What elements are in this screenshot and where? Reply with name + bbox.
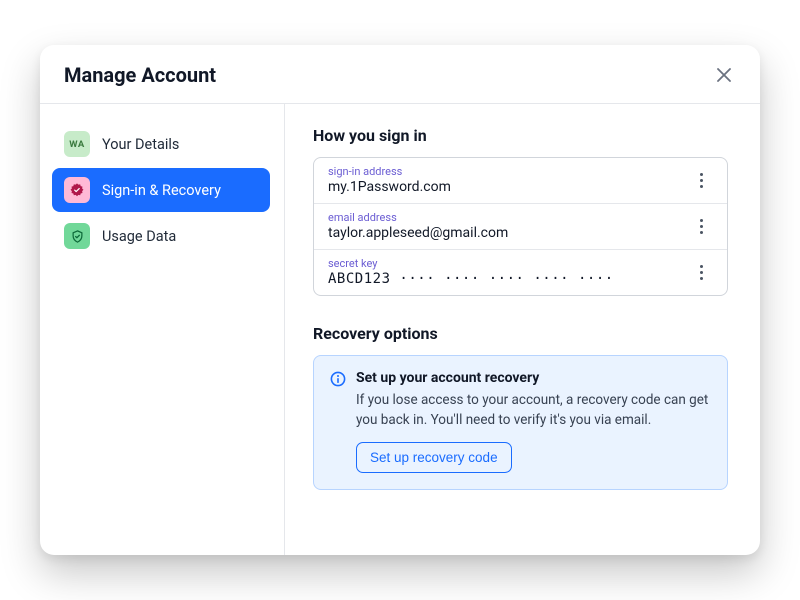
close-icon — [717, 68, 731, 82]
sidebar-item-signin-recovery[interactable]: Sign-in & Recovery — [52, 168, 270, 212]
more-vertical-icon — [700, 219, 703, 234]
content-pane: How you sign in sign-in address my.1Pass… — [285, 104, 760, 555]
section-title-recovery: Recovery options — [313, 324, 728, 343]
section-title-signin: How you sign in — [313, 126, 728, 145]
sidebar-item-label: Usage Data — [102, 228, 176, 245]
more-vertical-icon — [700, 173, 703, 188]
recovery-callout: Set up your account recovery If you lose… — [313, 355, 728, 490]
field-value: my.1Password.com — [328, 179, 689, 195]
modal-title: Manage Account — [64, 63, 216, 87]
setup-recovery-code-button[interactable]: Set up recovery code — [356, 442, 512, 473]
rosette-icon — [64, 177, 90, 203]
sidebar-item-your-details[interactable]: WA Your Details — [52, 122, 270, 166]
more-button-signin-address[interactable] — [689, 165, 713, 195]
shield-icon — [64, 223, 90, 249]
more-button-secret-key[interactable] — [689, 257, 713, 287]
field-row-signin-address: sign-in address my.1Password.com — [314, 158, 727, 204]
sidebar: WA Your Details Sign-in & Recovery Usage… — [40, 104, 285, 555]
close-button[interactable] — [712, 63, 736, 87]
manage-account-modal: Manage Account WA Your Details Sign-in &… — [40, 45, 760, 555]
field-label: sign-in address — [328, 165, 689, 178]
avatar-badge: WA — [64, 131, 90, 157]
field-label: email address — [328, 211, 689, 224]
field-row-email: email address taylor.appleseed@gmail.com — [314, 204, 727, 250]
sidebar-item-usage-data[interactable]: Usage Data — [52, 214, 270, 258]
field-value: ABCD123 ···· ···· ···· ···· ···· — [328, 271, 689, 287]
modal-header: Manage Account — [40, 45, 760, 104]
more-vertical-icon — [700, 265, 703, 280]
recovery-description: If you lose access to your account, a re… — [356, 391, 711, 430]
modal-body: WA Your Details Sign-in & Recovery Usage… — [40, 104, 760, 555]
field-row-secret-key: secret key ABCD123 ···· ···· ···· ···· ·… — [314, 250, 727, 295]
info-icon — [330, 371, 346, 387]
field-label: secret key — [328, 257, 689, 270]
field-value: taylor.appleseed@gmail.com — [328, 225, 689, 241]
recovery-title: Set up your account recovery — [356, 370, 539, 386]
sidebar-item-label: Sign-in & Recovery — [102, 182, 221, 199]
more-button-email[interactable] — [689, 211, 713, 241]
sidebar-item-label: Your Details — [102, 136, 179, 153]
signin-field-group: sign-in address my.1Password.com email a… — [313, 157, 728, 296]
